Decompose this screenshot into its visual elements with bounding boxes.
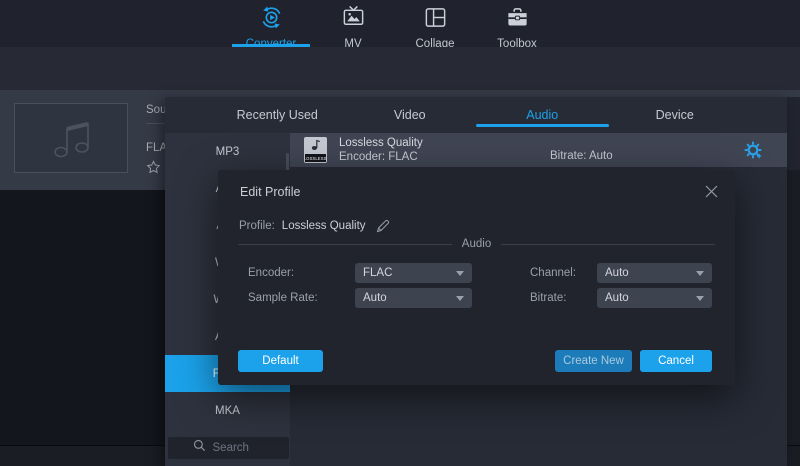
bitrate-select[interactable]: Auto [597,288,712,308]
format-tabs: Recently Used Video Audio Device [165,97,787,133]
nav-tab-toolbox[interactable]: Toolbox [476,0,558,47]
chevron-down-icon [696,296,704,301]
main-nav: Converter MV [230,0,558,47]
dialog-title: Edit Profile [240,185,300,199]
lossless-badge-text: LOSSLESS [305,154,326,162]
music-note-icon [45,115,97,161]
source-label: Sou [146,104,166,116]
tab-device-label: Device [656,108,694,122]
format-search-box[interactable] [168,437,289,459]
channel-select[interactable]: Auto [597,263,712,283]
mv-icon [341,5,366,35]
lossless-badge-icon: LOSSLESS [304,137,327,163]
profile-row-text: Lossless Quality Encoder: FLAC [339,136,423,164]
audio-file-thumbnail [14,103,128,173]
gear-settings-icon[interactable] [744,141,762,164]
profile-name-row: Profile: Lossless Quality [239,219,390,233]
nav-tab-converter[interactable]: Converter [230,0,312,47]
nav-tab-mv[interactable]: MV [312,0,394,47]
search-input[interactable] [213,442,265,454]
sample-rate-select[interactable]: Auto [355,288,472,308]
channel-value: Auto [605,267,696,279]
tab-video[interactable]: Video [344,97,477,133]
edit-pencil-icon[interactable] [376,219,390,233]
top-header: Converter MV [0,0,800,47]
chevron-down-icon [456,271,464,276]
default-button[interactable]: Default [238,350,323,372]
sample-rate-label: Sample Rate: [248,288,318,308]
bitrate-value: Auto [605,292,696,304]
app-window: Converter MV [0,0,800,466]
music-note-icon [311,139,321,152]
tab-audio-label: Audio [526,108,558,122]
bitrate-label: Bitrate: [530,288,566,308]
converter-icon [259,5,284,35]
channel-label: Channel: [530,263,576,283]
tab-device[interactable]: Device [609,97,742,133]
audio-section-title: Audio [462,238,491,250]
encoder-label: Encoder: [248,263,294,283]
audio-section-divider: Audio [238,238,715,250]
encoder-select[interactable]: FLAC [355,263,472,283]
search-icon [193,439,206,457]
sidebar-item-mp3[interactable]: MP3 [165,133,290,170]
profile-name-value: Lossless Quality [282,220,366,232]
edit-profile-dialog: Edit Profile Profile: Lossless Quality A… [218,170,735,385]
chevron-down-icon [696,271,704,276]
tab-recently-used[interactable]: Recently Used [211,97,344,133]
toolbar: Add Files Converting Converted Convert A… [0,47,800,90]
close-icon[interactable] [702,182,721,206]
profile-row-lossless[interactable]: LOSSLESS Lossless Quality Encoder: FLAC … [290,133,787,167]
encoder-value: FLAC [363,267,456,279]
background-strip [787,97,800,445]
sample-rate-value: Auto [363,292,456,304]
file-format-label: FLA [146,142,167,154]
favorite-star-icon[interactable] [146,160,161,180]
profile-label: Profile: [239,220,275,232]
profile-bitrate: Bitrate: Auto [550,150,613,162]
collage-icon [423,5,448,35]
chevron-down-icon [456,296,464,301]
tab-recently-used-label: Recently Used [237,108,318,122]
nav-tab-collage[interactable]: Collage [394,0,476,47]
profile-title: Lossless Quality [339,136,423,150]
tab-audio[interactable]: Audio [476,97,609,133]
cancel-button[interactable]: Cancel [640,350,712,372]
sidebar-item-mka[interactable]: MKA [165,392,290,429]
create-new-button[interactable]: Create New [555,350,632,372]
toolbox-icon [505,5,530,35]
profile-encoder: Encoder: FLAC [339,150,423,164]
tab-video-label: Video [394,108,426,122]
